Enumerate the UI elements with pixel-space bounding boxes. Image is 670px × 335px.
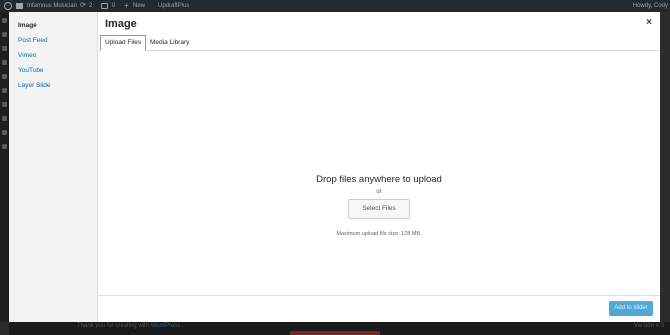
menu-item-layer-slide[interactable]: Layer Slide xyxy=(9,78,98,93)
media-toolbar: Add to slider xyxy=(98,295,660,322)
plugins-icon[interactable] xyxy=(2,102,7,107)
upload-drop-zone[interactable]: Drop files anywhere to upload or Select … xyxy=(98,52,660,295)
home-icon xyxy=(16,3,23,9)
admin-bar: Infamous Musician ⟳ 2 0 + New UpdraftPlu… xyxy=(0,0,670,12)
modal-title: Image xyxy=(105,18,137,30)
media-frame-menu: Image Post Feed Vimeo YouTube Layer Slid… xyxy=(9,12,98,322)
plugin-link[interactable]: UpdraftPlus xyxy=(158,0,189,12)
menu-item-image[interactable]: Image xyxy=(9,18,98,33)
drop-instructions: Drop files anywhere to upload xyxy=(316,174,442,185)
footer-version: Version 4.9 xyxy=(633,323,664,329)
or-separator: or xyxy=(376,189,382,195)
dashboard-icon[interactable] xyxy=(2,18,7,23)
comments-menu-icon[interactable] xyxy=(2,74,7,79)
users-icon[interactable] xyxy=(2,116,7,121)
footer-thanks-text: Thank you for creating with xyxy=(77,323,150,329)
footer-accent-bar xyxy=(290,331,380,335)
pages-icon[interactable] xyxy=(2,60,7,65)
tools-icon[interactable] xyxy=(2,130,7,135)
comments-count[interactable]: 0 xyxy=(112,0,115,12)
plus-icon[interactable]: + xyxy=(124,0,129,12)
media-menu-list: Image Post Feed Vimeo YouTube Layer Slid… xyxy=(9,18,98,93)
add-to-slider-button[interactable]: Add to slider xyxy=(609,301,653,316)
media-router: Upload Files Media Library xyxy=(98,35,660,51)
close-icon[interactable]: × xyxy=(642,16,656,30)
max-upload-size: Maximum upload file size: 128 MB. xyxy=(336,231,422,237)
settings-icon[interactable] xyxy=(2,144,7,149)
media-icon[interactable] xyxy=(2,46,7,51)
appearance-icon[interactable] xyxy=(2,88,7,93)
tab-upload-files[interactable]: Upload Files xyxy=(100,35,147,51)
media-modal: Image Post Feed Vimeo YouTube Layer Slid… xyxy=(9,12,660,322)
menu-item-post-feed[interactable]: Post Feed xyxy=(9,33,98,48)
footer-wordpress-link[interactable]: WordPress xyxy=(151,323,181,329)
footer-thanks: Thank you for creating with WordPress xyxy=(77,322,180,330)
posts-icon[interactable] xyxy=(2,32,7,37)
updates-count[interactable]: 2 xyxy=(89,0,92,12)
menu-item-youtube[interactable]: YouTube xyxy=(9,63,98,78)
admin-menu xyxy=(0,12,9,322)
updates-icon[interactable]: ⟳ xyxy=(80,0,86,12)
menu-item-vimeo[interactable]: Vimeo xyxy=(9,48,98,63)
comments-icon[interactable] xyxy=(101,3,108,9)
select-files-button[interactable]: Select Files xyxy=(348,199,410,219)
wordpress-logo-icon[interactable] xyxy=(4,2,12,10)
new-content-link[interactable]: New xyxy=(133,0,145,12)
tab-media-library[interactable]: Media Library xyxy=(146,35,193,51)
site-name-link[interactable]: Infamous Musician xyxy=(27,0,77,12)
account-greeting[interactable]: Howdy, Cody xyxy=(633,0,668,12)
